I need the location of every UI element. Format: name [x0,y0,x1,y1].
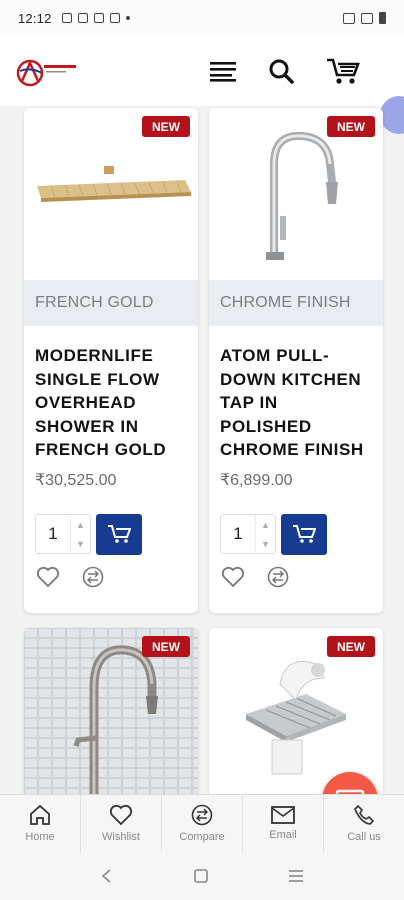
product-title[interactable]: MODERNLIFE SINGLE FLOW OVERHEAD SHOWER I… [24,326,198,463]
logo-mark [16,59,76,87]
nav-email[interactable]: Email [243,795,324,852]
shower-head-image [37,166,191,202]
product-image[interactable]: NEW [24,108,198,280]
new-badge: NEW [142,116,190,137]
nav-compare[interactable]: Compare [162,795,243,852]
product-image[interactable]: NEW [209,108,383,280]
nav-compare-label: Compare [179,831,225,843]
home-icon [30,804,50,825]
nav-home-label: Home [25,831,55,843]
product-price: ₹30,525.00 [35,472,117,489]
product-image[interactable]: NEW [24,628,198,800]
quantity-up-icon[interactable]: ▲ [71,515,90,534]
product-card[interactable]: NEW CHROME FINISH ATOM PULL-DOWN KITCHEN… [209,108,383,613]
add-to-cart-button[interactable] [96,513,142,555]
notification-icon [77,13,88,23]
quantity-down-icon[interactable]: ▼ [71,534,90,553]
add-to-cart-button[interactable] [281,513,327,555]
notification-icons [61,13,130,23]
new-badge: NEW [327,116,375,137]
quantity-value[interactable]: 1 [36,524,70,544]
product-price: ₹6,899.00 [220,472,293,489]
search-icon[interactable] [268,58,294,84]
system-status-icons [343,12,386,24]
nav-call-label: Call us [347,831,381,843]
product-title[interactable]: ATOM PULL-DOWN KITCHEN TAP IN POLISHED C… [209,326,383,463]
cart-icon[interactable] [326,57,360,85]
notification-icon [109,13,120,23]
nav-wishlist[interactable]: Wishlist [81,795,162,852]
new-badge: NEW [327,636,375,657]
notification-icon [61,13,72,23]
product-card[interactable]: NEW FRENCH GOLD MODERNLIFE SINGLE FLOW O… [24,108,198,613]
status-bar: 12:12 [0,0,404,36]
quantity-down-icon[interactable]: ▼ [256,534,275,553]
more-notifications-icon [125,16,130,20]
phone-icon [354,804,375,825]
compare-icon [191,804,213,826]
mute-icon [343,12,355,24]
bottom-navigation: Home Wishlist Compare Email Call us [0,794,404,852]
new-badge: NEW [142,636,190,657]
floor-drain-image [246,661,346,775]
battery-icon [379,12,386,24]
system-navigation-bar [0,852,404,900]
quantity-stepper[interactable]: 1 ▲ ▼ [220,514,276,554]
status-time: 12:12 [18,10,52,26]
nav-home[interactable]: Home [0,795,81,852]
kitchen-tap-image [266,131,338,260]
brand-logo[interactable] [16,51,82,91]
app-header [0,36,404,134]
product-finish: FRENCH GOLD [24,280,198,326]
quantity-up-icon[interactable]: ▲ [256,515,275,534]
cart-icon [293,525,316,543]
cart-icon [108,525,131,543]
wishlist-heart-icon[interactable] [221,566,245,588]
back-icon[interactable] [99,868,115,884]
quantity-stepper[interactable]: 1 ▲ ▼ [35,514,91,554]
product-card[interactable]: NEW [24,628,198,808]
signal-icon [361,12,373,24]
quantity-value[interactable]: 1 [221,524,255,544]
wishlist-heart-icon[interactable] [36,566,60,588]
recents-icon[interactable] [287,868,305,884]
heart-icon [109,804,133,826]
nav-wishlist-label: Wishlist [102,831,140,843]
menu-icon[interactable] [210,60,236,82]
notification-icon [93,13,104,23]
compare-icon[interactable] [267,566,289,588]
product-finish: CHROME FINISH [209,280,383,326]
side-drawer-handle[interactable] [380,96,404,134]
compare-icon[interactable] [82,566,104,588]
home-square-icon[interactable] [193,868,209,884]
envelope-icon [271,806,295,824]
nav-call[interactable]: Call us [324,795,404,852]
nav-email-label: Email [269,829,297,841]
